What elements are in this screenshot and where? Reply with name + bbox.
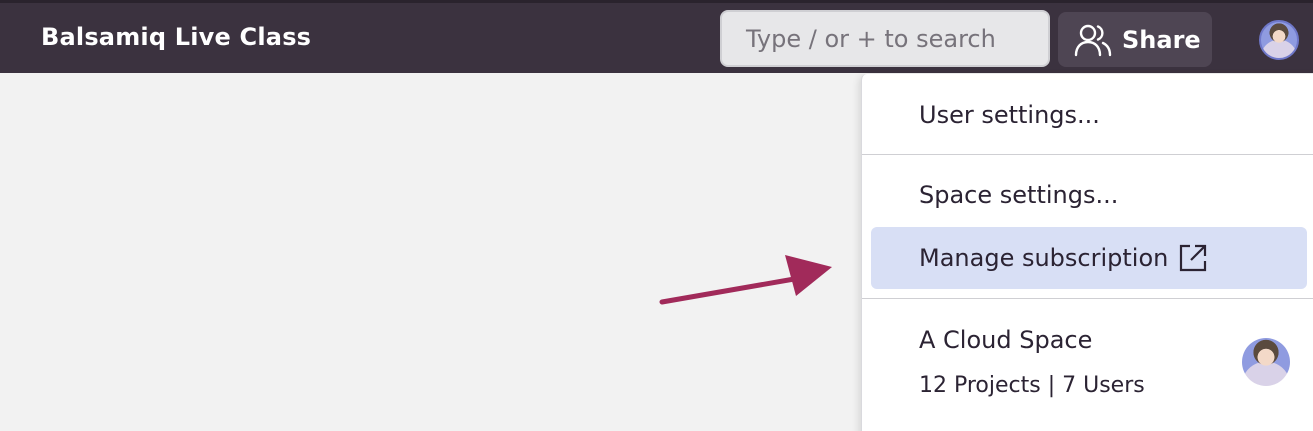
top-bar: Balsamiq Live Class Type / or + to searc… — [0, 0, 1313, 73]
search-input[interactable]: Type / or + to search — [720, 10, 1050, 67]
space-avatar — [1242, 338, 1290, 386]
user-dropdown-menu: User settings... Space settings... Manag… — [861, 74, 1313, 431]
manage-subscription-label: Manage subscription — [919, 244, 1169, 272]
space-meta: 12 Projects | 7 Users — [919, 373, 1145, 398]
app-title: Balsamiq Live Class — [41, 23, 312, 51]
user-avatar[interactable] — [1259, 20, 1299, 60]
menu-divider — [862, 154, 1313, 155]
space-settings-item[interactable]: Space settings... — [862, 166, 1313, 224]
manage-subscription-item[interactable]: Manage subscription — [871, 227, 1307, 289]
space-name[interactable]: A Cloud Space — [919, 326, 1092, 354]
external-link-icon — [1180, 244, 1207, 272]
menu-divider — [862, 298, 1313, 299]
share-button[interactable]: Share — [1058, 12, 1212, 67]
pointer-arrow — [659, 255, 832, 305]
user-settings-item[interactable]: User settings... — [862, 86, 1313, 144]
users-icon — [1074, 24, 1112, 56]
share-label: Share — [1122, 25, 1201, 54]
